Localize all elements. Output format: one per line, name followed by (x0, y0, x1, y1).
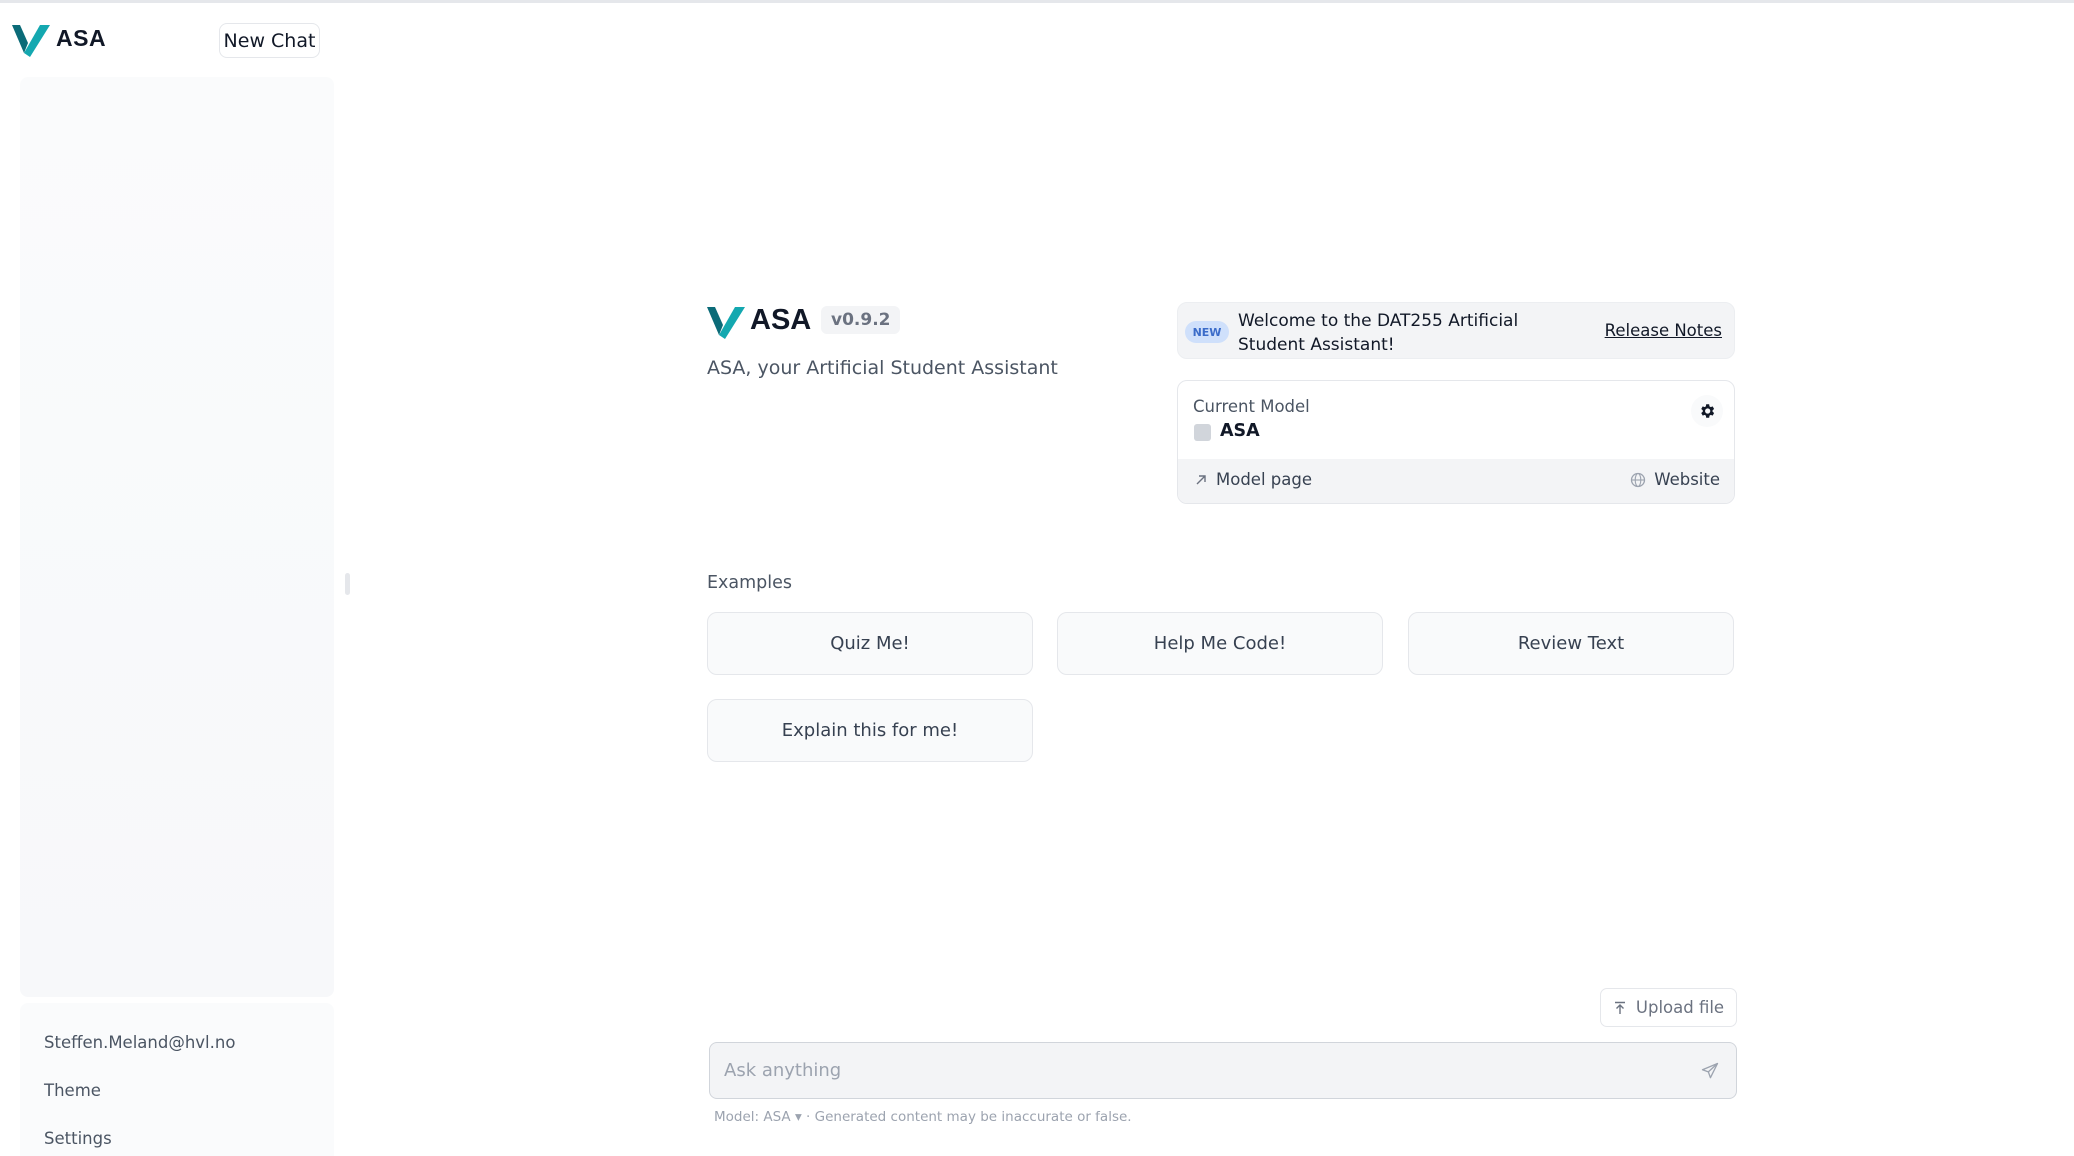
sidebar-footer: Steffen.Meland@hvl.no Theme Settings (20, 1003, 334, 1156)
model-settings-button[interactable] (1691, 395, 1723, 427)
send-icon (1701, 1062, 1719, 1079)
model-selector-label: Model: ASA (714, 1109, 791, 1125)
footnote: Model: ASA ▾ · Generated content may be … (714, 1109, 1132, 1125)
caret-down-icon: ▾ (794, 1109, 802, 1125)
asa-logo-icon (707, 307, 745, 339)
settings-link[interactable]: Settings (44, 1129, 112, 1148)
sidebar: ASA New Chat Steffen.Meland@hvl.no Theme… (0, 3, 336, 1156)
chat-input[interactable] (724, 1043, 1644, 1098)
example-explain-button[interactable]: Explain this for me! (707, 699, 1033, 762)
sidebar-brand: ASA (56, 25, 107, 51)
upload-file-label: Upload file (1635, 998, 1725, 1017)
example-review-button[interactable]: Review Text (1408, 612, 1734, 675)
new-badge: NEW (1185, 321, 1229, 343)
example-code-button[interactable]: Help Me Code! (1057, 612, 1383, 675)
examples-label: Examples (707, 573, 793, 593)
announcement-text: Welcome to the DAT255 Artificial Student… (1238, 311, 1519, 355)
website-label: Website (1654, 470, 1720, 489)
example-quiz-button[interactable]: Quiz Me! (707, 612, 1033, 675)
theme-link[interactable]: Theme (44, 1081, 101, 1100)
model-selector[interactable]: Model: ASA ▾ (714, 1109, 802, 1125)
version-badge: v0.9.2 (821, 306, 901, 334)
hero-subtitle: ASA, your Artificial Student Assistant (707, 357, 1058, 379)
website-link[interactable]: Website (1630, 470, 1720, 489)
model-page-link[interactable]: Model page (1194, 470, 1312, 489)
model-card-links: Model page Website (1178, 459, 1734, 503)
gear-icon (1701, 404, 1715, 418)
upload-icon (1614, 1001, 1625, 1014)
sidebar-resize-handle[interactable] (345, 573, 350, 595)
globe-icon (1631, 472, 1646, 487)
current-model-name: ASA (1220, 421, 1260, 441)
send-button[interactable] (1696, 1057, 1724, 1085)
sidebar-header: ASA New Chat (0, 3, 336, 71)
new-chat-button[interactable]: New Chat (219, 23, 320, 58)
model-page-label: Model page (1216, 470, 1312, 489)
current-model-label: Current Model (1193, 397, 1310, 416)
chat-history-panel (20, 77, 334, 997)
arrow-up-right-icon (1196, 474, 1206, 484)
current-model-card: Current Model ASA Model page Website (1177, 380, 1735, 504)
model-avatar (1194, 424, 1211, 441)
release-notes-link[interactable]: Release Notes (1605, 321, 1722, 340)
user-email-link[interactable]: Steffen.Meland@hvl.no (44, 1033, 235, 1052)
asa-logo-icon (12, 25, 50, 57)
upload-file-button[interactable]: Upload file (1600, 988, 1737, 1027)
disclaimer-text: · Generated content may be inaccurate or… (806, 1109, 1132, 1125)
chat-input-container (709, 1042, 1737, 1099)
hero-brand: ASA (750, 304, 812, 336)
announcement-banner: NEW Welcome to the DAT255 Artificial Stu… (1177, 302, 1735, 359)
